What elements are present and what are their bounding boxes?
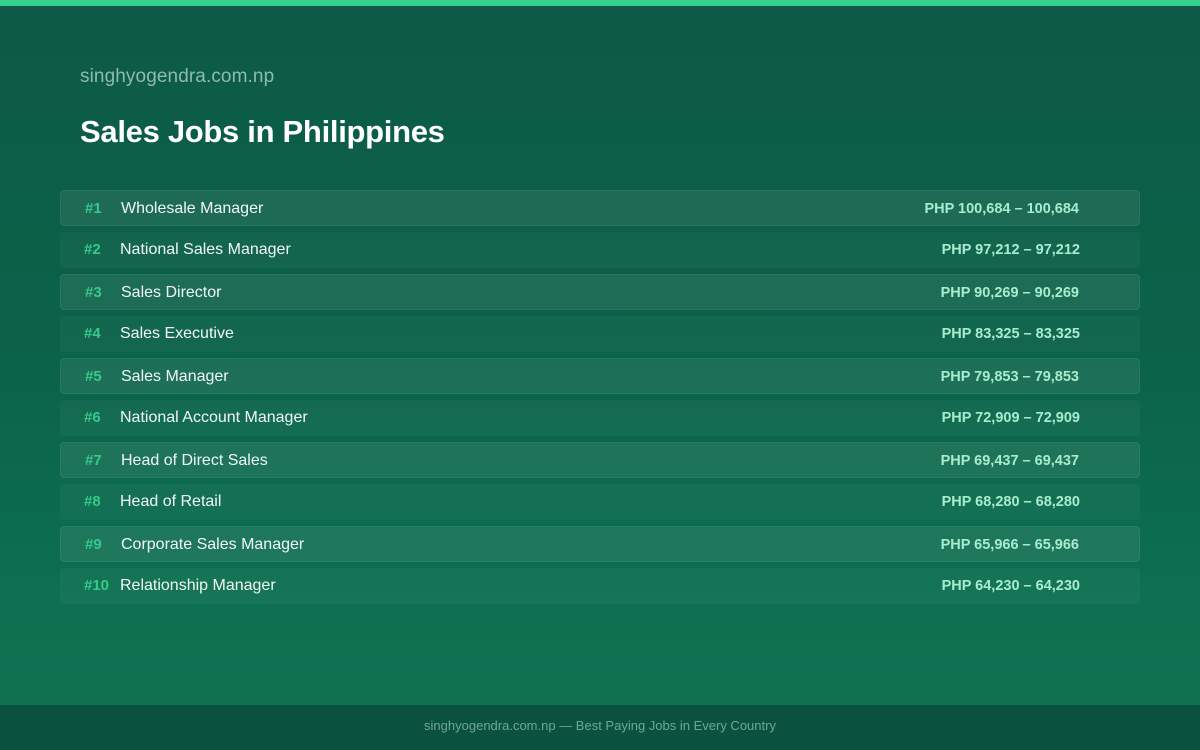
job-rank: #1 <box>85 200 102 217</box>
job-title: Wholesale Manager <box>121 200 264 217</box>
job-title: Head of Retail <box>120 493 222 510</box>
job-salary: PHP 68,280 – 68,280 <box>941 494 1080 510</box>
job-row-3: #3 Sales Director PHP 90,269 – 90,269 <box>60 274 1140 310</box>
job-title: Sales Executive <box>120 325 234 342</box>
job-rank: #3 <box>85 284 102 301</box>
job-rank: #7 <box>85 452 102 469</box>
jobs-list: #1 Wholesale Manager PHP 100,684 – 100,6… <box>60 190 1140 610</box>
job-row-4: #4 Sales Executive PHP 83,325 – 83,325 <box>60 316 1140 352</box>
top-accent-bar <box>0 0 1200 6</box>
page-title: Sales Jobs in Philippines <box>80 114 445 149</box>
job-title: National Sales Manager <box>120 241 291 258</box>
job-rank: #6 <box>84 409 101 426</box>
job-salary: PHP 83,325 – 83,325 <box>941 326 1080 342</box>
job-rank: #9 <box>85 536 102 553</box>
job-rank: #10 <box>84 577 110 594</box>
job-salary: PHP 69,437 – 69,437 <box>940 453 1079 469</box>
footer-text: singhyogendra.com.np — Best Paying Jobs … <box>424 718 776 733</box>
site-name: singhyogendra.com.np <box>80 66 275 87</box>
job-row-6: #6 National Account Manager PHP 72,909 –… <box>60 400 1140 436</box>
job-title: Corporate Sales Manager <box>121 536 305 553</box>
job-rank: #8 <box>84 493 101 510</box>
job-salary: PHP 64,230 – 64,230 <box>941 578 1080 594</box>
job-title: Sales Director <box>121 284 222 301</box>
job-title: Head of Direct Sales <box>121 452 268 469</box>
job-salary: PHP 72,909 – 72,909 <box>941 410 1080 426</box>
job-row-5: #5 Sales Manager PHP 79,853 – 79,853 <box>60 358 1140 394</box>
job-rank: #4 <box>84 325 101 342</box>
job-rank: #2 <box>84 241 101 258</box>
job-salary: PHP 97,212 – 97,212 <box>941 242 1080 258</box>
job-title: Sales Manager <box>121 368 229 385</box>
job-row-10: #10 Relationship Manager PHP 64,230 – 64… <box>60 568 1140 604</box>
job-rank: #5 <box>85 368 102 385</box>
job-row-9: #9 Corporate Sales Manager PHP 65,966 – … <box>60 526 1140 562</box>
job-row-7: #7 Head of Direct Sales PHP 69,437 – 69,… <box>60 442 1140 478</box>
job-salary: PHP 65,966 – 65,966 <box>940 537 1079 553</box>
job-salary: PHP 90,269 – 90,269 <box>940 285 1079 301</box>
job-salary: PHP 79,853 – 79,853 <box>940 369 1079 385</box>
footer: singhyogendra.com.np — Best Paying Jobs … <box>0 705 1200 750</box>
job-title: Relationship Manager <box>120 577 276 594</box>
job-salary: PHP 100,684 – 100,684 <box>924 201 1079 217</box>
job-title: National Account Manager <box>120 409 308 426</box>
job-row-8: #8 Head of Retail PHP 68,280 – 68,280 <box>60 484 1140 520</box>
job-row-2: #2 National Sales Manager PHP 97,212 – 9… <box>60 232 1140 268</box>
job-row-1: #1 Wholesale Manager PHP 100,684 – 100,6… <box>60 190 1140 226</box>
